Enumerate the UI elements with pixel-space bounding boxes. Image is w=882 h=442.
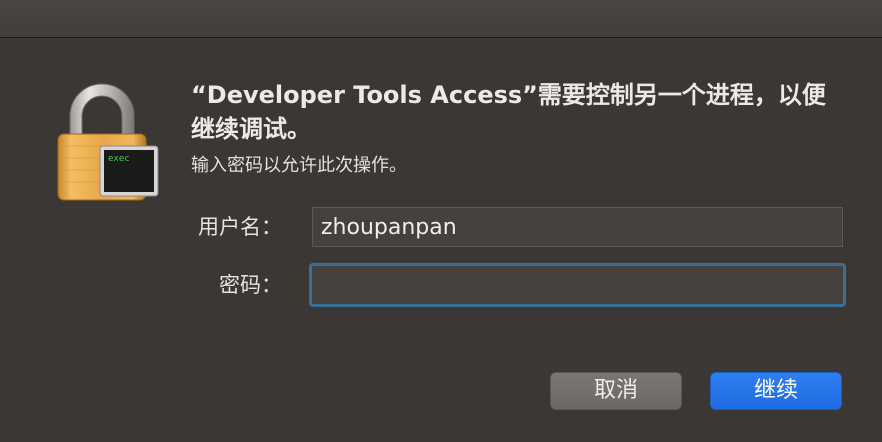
password-label: 密码： bbox=[219, 273, 282, 297]
dialog-title: “Developer Tools Access”需要控制另一个进程，以便继续调试… bbox=[191, 81, 826, 143]
username-field[interactable] bbox=[312, 207, 843, 247]
password-field[interactable] bbox=[309, 263, 846, 307]
dialog-subtitle: 输入密码以允许此次操作。 bbox=[191, 155, 407, 176]
continue-button[interactable]: 继续 bbox=[710, 372, 842, 410]
cancel-button[interactable]: 取消 bbox=[550, 372, 682, 410]
authorization-dialog: exec “Developer Tools Access”需要控制另一个进程，以… bbox=[0, 0, 882, 442]
terminal-badge-text: exec bbox=[108, 154, 130, 164]
username-label: 用户名： bbox=[198, 215, 282, 239]
window-titlebar[interactable] bbox=[0, 0, 882, 38]
lock-icon: exec bbox=[52, 80, 162, 204]
